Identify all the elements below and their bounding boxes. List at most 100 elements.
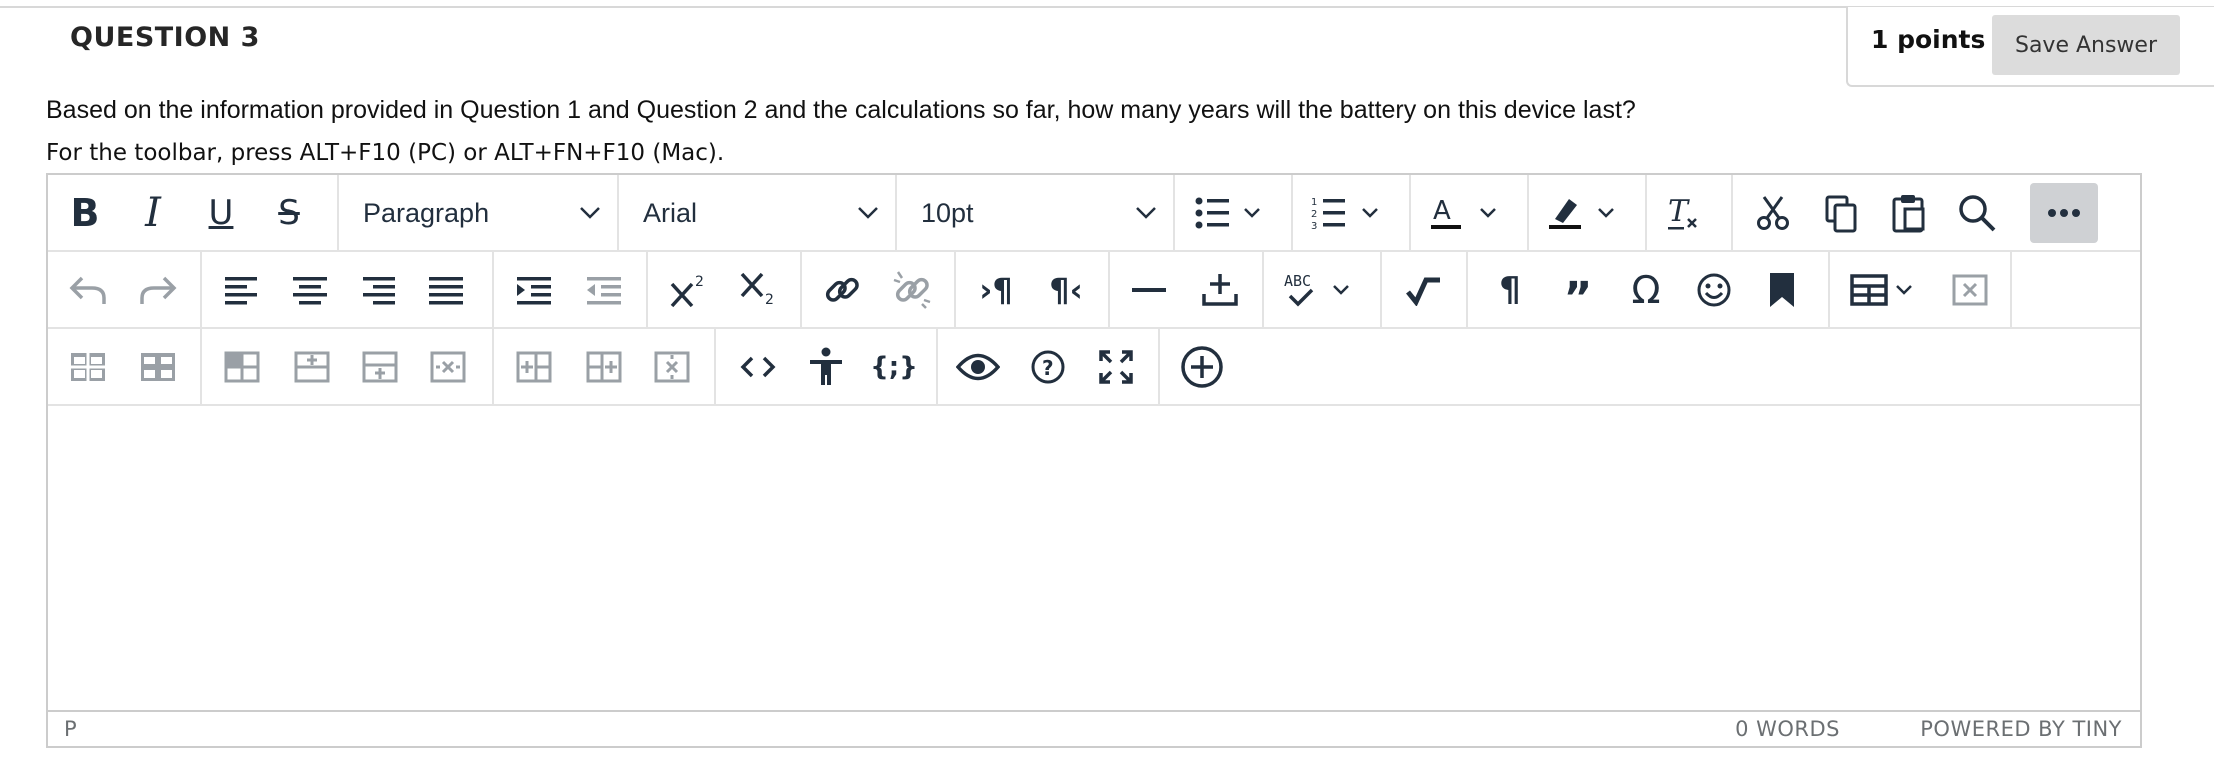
source-code-icon[interactable] (730, 337, 786, 397)
editor-status-bar: P 0 WORDS POWERED BY TINY (48, 710, 2140, 746)
element-path[interactable]: P (64, 717, 77, 741)
text-color-group: A (1411, 175, 1529, 250)
bullet-list-group (1175, 175, 1293, 250)
view-group: ? (938, 329, 1160, 404)
svg-text:A: A (1433, 196, 1451, 226)
superscript-icon[interactable]: 2 (660, 260, 716, 320)
clear-formatting-icon[interactable]: T (1659, 183, 1709, 243)
insert-col-after-icon[interactable] (576, 337, 632, 397)
chevron-down-icon (858, 207, 878, 219)
paragraph-mark-icon[interactable]: ¶ (1482, 260, 1538, 320)
more-icon[interactable] (2030, 183, 2098, 243)
numbered-list-icon[interactable]: 123 (1301, 183, 1401, 243)
insert-attachment-icon[interactable] (1192, 260, 1248, 320)
table-row-props-icon[interactable] (60, 337, 116, 397)
edit-group-divider (1731, 175, 1733, 250)
powered-by-link[interactable]: POWERED BY TINY (1920, 717, 2122, 741)
indent-icon[interactable] (506, 260, 562, 320)
underline-icon[interactable]: U (196, 183, 246, 243)
question-title: QUESTION 3 (70, 22, 260, 53)
editor-content-area[interactable] (48, 406, 2140, 708)
template-icon[interactable]: {;} (866, 337, 922, 397)
points-value: 1 points (1871, 25, 1986, 54)
paragraph-select-group: Paragraph (339, 175, 619, 250)
spellcheck-icon[interactable]: ABC (1272, 260, 1372, 320)
cut-icon[interactable] (1748, 183, 1798, 243)
horizontal-rule-icon[interactable] (1122, 260, 1178, 320)
font-family-select[interactable]: Arial (619, 183, 895, 243)
blockquote-icon[interactable]: ” (1550, 260, 1606, 321)
math-icon[interactable] (1396, 260, 1452, 320)
table-icon[interactable] (1840, 260, 1930, 320)
table-cell-props-icon[interactable] (130, 337, 186, 397)
math-group (1382, 252, 1468, 327)
indent-group (494, 252, 648, 327)
align-right-icon[interactable] (350, 260, 406, 320)
rich-text-editor: B I U S Paragraph Arial 10pt 1 2 3 A T 2… (46, 173, 2142, 748)
code-group: {;} (716, 329, 938, 404)
merge-cells-icon[interactable] (214, 337, 270, 397)
toolbar-row-1: B I U S Paragraph Arial 10pt 1 2 3 A T (48, 175, 2140, 252)
toolbar-row-2: 2 2 ›¶ ¶‹ ABC ¶ ” Ω (48, 252, 2140, 329)
question-text: Based on the information provided in Que… (46, 96, 1636, 124)
fullscreen-icon[interactable] (1088, 337, 1144, 397)
special-character-icon[interactable]: Ω (1618, 260, 1674, 320)
table-rows-group (202, 329, 494, 404)
paragraph-select[interactable]: Paragraph (339, 183, 617, 243)
svg-text:1: 1 (1311, 197, 1317, 208)
copy-icon[interactable] (1816, 183, 1866, 243)
align-center-icon[interactable] (282, 260, 338, 320)
emoticon-icon[interactable] (1686, 260, 1742, 320)
bullet-list-icon[interactable] (1183, 183, 1283, 243)
delete-table-icon[interactable] (1942, 260, 1998, 320)
table-group (1830, 252, 2012, 327)
text-style-group: B I U S (48, 175, 339, 250)
chevron-down-icon (1136, 207, 1156, 219)
link-group (802, 252, 956, 327)
link-icon[interactable] (814, 260, 870, 320)
outdent-icon[interactable] (576, 260, 632, 320)
subscript-icon[interactable]: 2 (730, 260, 786, 320)
undo-icon[interactable] (60, 260, 116, 320)
paragraph-select-value: Paragraph (363, 197, 490, 228)
italic-icon[interactable]: I (128, 183, 178, 243)
justify-icon[interactable] (418, 260, 474, 320)
svg-text:2: 2 (1311, 209, 1317, 220)
font-size-select[interactable]: 10pt (897, 183, 1173, 243)
save-answer-button[interactable]: Save Answer (1992, 15, 2180, 75)
preview-icon[interactable] (950, 337, 1006, 397)
font-size-value: 10pt (921, 197, 974, 228)
redo-icon[interactable] (130, 260, 186, 320)
table-cols-group (494, 329, 716, 404)
text-color-icon[interactable]: A (1419, 183, 1519, 243)
unlink-icon[interactable] (884, 260, 940, 320)
toolbar-help-text: For the toolbar, press ALT+F10 (PC) or A… (46, 140, 725, 166)
align-left-icon[interactable] (214, 260, 270, 320)
accessibility-icon[interactable] (798, 337, 854, 397)
highlight-color-icon[interactable] (1537, 183, 1637, 243)
help-icon[interactable]: ? (1020, 337, 1076, 397)
find-replace-icon[interactable] (1952, 183, 2002, 243)
bold-icon[interactable]: B (60, 183, 110, 243)
paste-icon[interactable] (1884, 183, 1934, 243)
word-count[interactable]: 0 WORDS (1735, 717, 1840, 741)
toolbar-row-3: {;} ? (48, 329, 2140, 406)
insert-col-before-icon[interactable] (506, 337, 562, 397)
strikethrough-icon[interactable]: S (264, 183, 314, 243)
svg-text:2: 2 (695, 274, 704, 290)
numbered-list-group: 123 (1293, 175, 1411, 250)
insert-row-before-icon[interactable] (284, 337, 340, 397)
svg-text:ABC: ABC (1284, 272, 1311, 290)
ltr-icon[interactable]: ›¶ (968, 260, 1024, 320)
add-content-icon[interactable] (1174, 337, 1230, 397)
alignment-group (202, 252, 494, 327)
rtl-icon[interactable]: ¶‹ (1038, 260, 1094, 320)
bookmark-icon[interactable] (1754, 260, 1810, 320)
spellcheck-group: ABC (1264, 252, 1382, 327)
svg-text:3: 3 (1311, 221, 1317, 232)
script-group: 2 2 (648, 252, 802, 327)
delete-row-icon[interactable] (420, 337, 476, 397)
delete-col-icon[interactable] (644, 337, 700, 397)
highlight-color-group (1529, 175, 1647, 250)
insert-row-after-icon[interactable] (352, 337, 408, 397)
